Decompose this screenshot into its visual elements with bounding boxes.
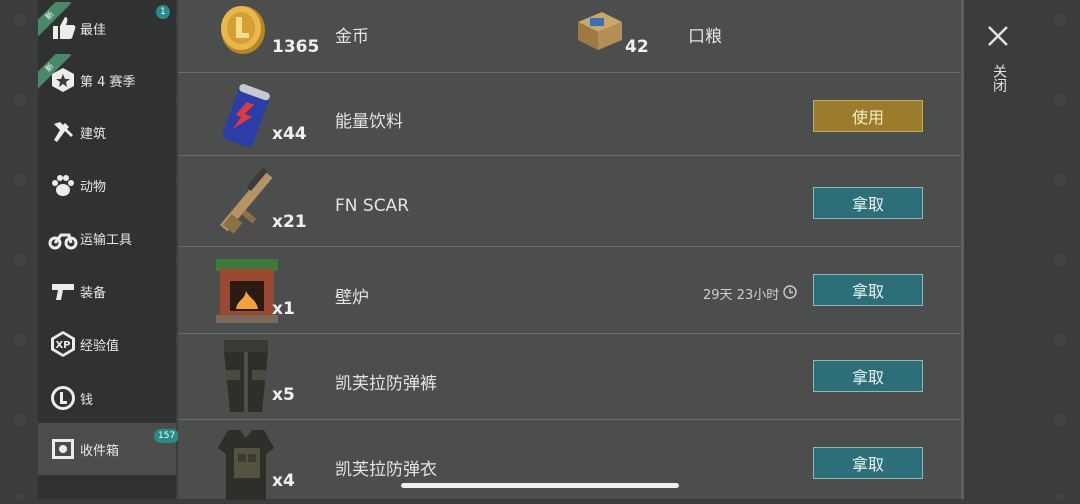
inbox-safe-icon: [46, 432, 80, 466]
sidebar-item-equipment[interactable]: 装备: [38, 265, 176, 317]
coin-icon: [46, 381, 80, 415]
inbox-item-row: x5 凯芙拉防弹裤 拿取: [178, 334, 964, 420]
item-quantity: x1: [272, 299, 295, 319]
right-panel: 关闭: [964, 0, 1030, 499]
sidebar-item-label: 运输工具: [80, 232, 133, 248]
sidebar-item-xp[interactable]: XP 经验值: [38, 318, 176, 370]
item-name: 凯芙拉防弹衣: [335, 460, 437, 480]
timer-text: 29天 23小时: [703, 288, 780, 303]
item-quantity: x5: [272, 385, 295, 405]
take-button[interactable]: 拿取: [813, 187, 923, 219]
pistol-icon: [46, 274, 80, 308]
notification-badge: 157: [154, 429, 180, 443]
svg-text:XP: XP: [55, 340, 70, 351]
sidebar-item-label: 动物: [80, 179, 107, 195]
item-quantity: x4: [272, 471, 295, 491]
take-button[interactable]: 拿取: [813, 360, 923, 392]
item-name: FN SCAR: [335, 196, 410, 216]
rations-label: 口粮: [688, 27, 722, 47]
sidebar-item-season[interactable]: 新 第 4 赛季: [38, 54, 176, 106]
close-label[interactable]: 关闭: [989, 64, 1009, 92]
sidebar-item-building[interactable]: 建筑: [38, 106, 176, 158]
sidebar-item-inbox[interactable]: 收件箱 157: [38, 423, 180, 475]
gold-coin-icon: [218, 2, 268, 56]
new-ribbon: 新: [38, 2, 74, 38]
coins-amount: 1365: [272, 37, 320, 57]
take-button[interactable]: 拿取: [813, 274, 923, 306]
item-quantity: x21: [272, 212, 307, 232]
new-ribbon: 新: [38, 54, 74, 90]
xp-icon: XP: [46, 327, 80, 361]
sidebar-item-label: 经验值: [80, 338, 120, 354]
sidebar-item-money[interactable]: 钱: [38, 372, 176, 424]
inbox-item-row: x1 壁炉 29天 23小时 拿取: [178, 247, 964, 334]
sidebar: 新 最佳 1 新 第 4 赛季 建筑 动物 运输工具 装备 XP 经验值 钱 收…: [38, 0, 180, 499]
motorcycle-icon: [46, 221, 80, 255]
sidebar-item-animals[interactable]: 动物: [38, 159, 176, 211]
sidebar-item-label: 最佳: [80, 22, 107, 38]
expiry-timer: 29天 23小时: [703, 284, 797, 303]
ration-box-icon: [572, 4, 626, 54]
inbox-item-row: x44 能量饮料 使用: [178, 73, 964, 156]
sidebar-item-label: 装备: [80, 285, 107, 301]
sidebar-item-label: 第 4 赛季: [80, 74, 136, 90]
take-button[interactable]: 拿取: [813, 447, 923, 479]
inbox-list: 1365 金币 42 口粮 x44 能量饮料 使用 x21 FN SCAR 拿取…: [178, 0, 964, 500]
hammer-wrench-icon: [46, 115, 80, 149]
item-name: 壁炉: [335, 288, 369, 308]
clock-icon: [783, 284, 797, 303]
item-name: 凯芙拉防弹裤: [335, 374, 437, 394]
currency-row: 1365 金币 42 口粮: [178, 0, 964, 73]
use-button[interactable]: 使用: [813, 100, 923, 132]
home-indicator[interactable]: [401, 483, 679, 488]
rations-amount: 42: [625, 37, 649, 57]
sidebar-item-vehicles[interactable]: 运输工具: [38, 212, 176, 264]
sidebar-item-label: 收件箱: [80, 443, 120, 459]
inbox-item-row: x21 FN SCAR 拿取: [178, 156, 964, 247]
energy-drink-icon: [208, 81, 286, 159]
close-icon[interactable]: [986, 24, 1010, 48]
item-quantity: x44: [272, 124, 307, 144]
notification-badge: 1: [156, 5, 170, 19]
sidebar-item-best[interactable]: 新 最佳 1: [38, 2, 176, 54]
paw-icon: [46, 168, 80, 202]
item-name: 能量饮料: [335, 112, 403, 132]
sidebar-item-label: 建筑: [80, 126, 107, 142]
coins-label: 金币: [335, 27, 369, 47]
sidebar-item-label: 钱: [80, 392, 94, 408]
